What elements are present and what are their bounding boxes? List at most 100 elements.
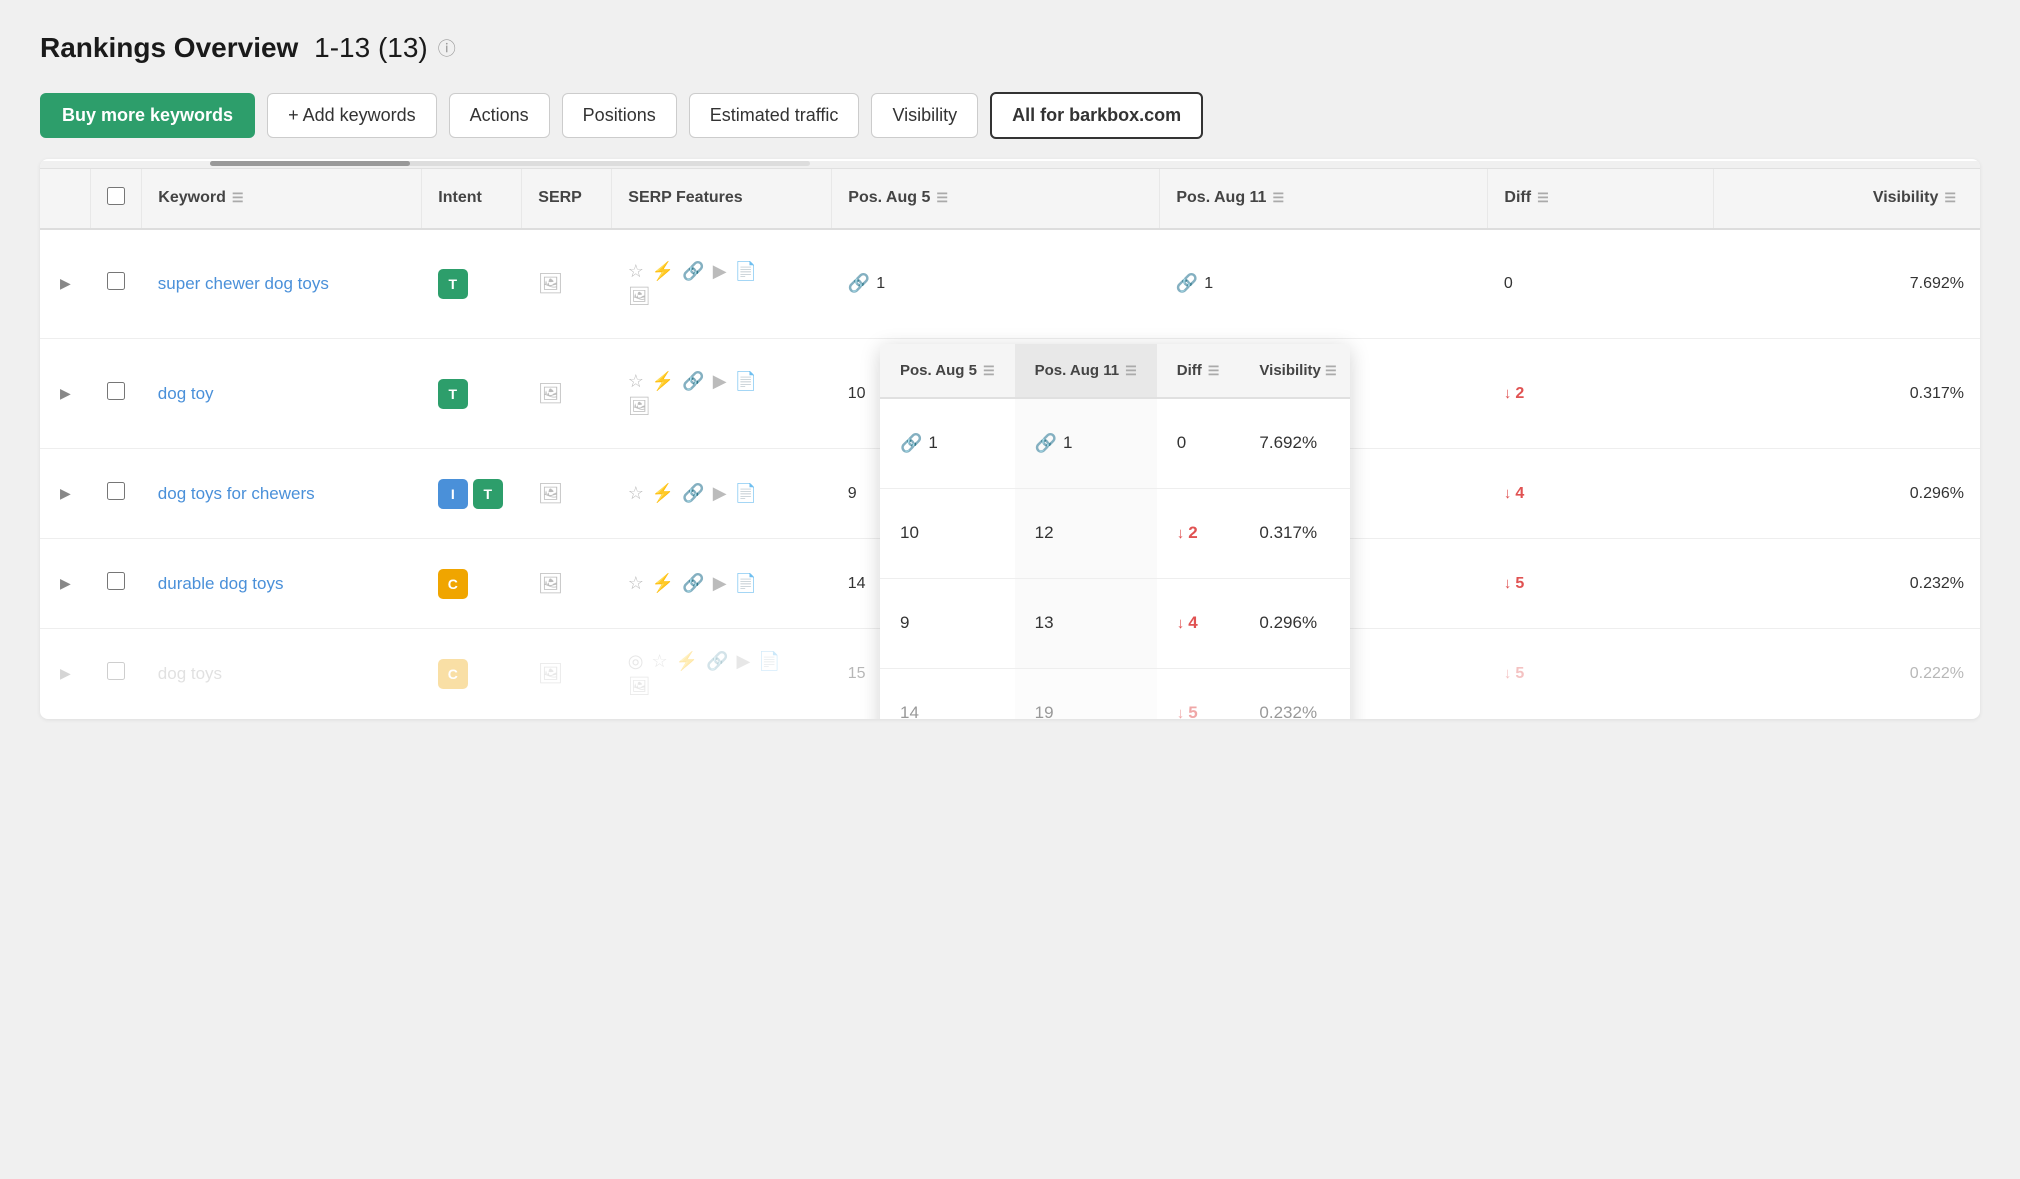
actions-button[interactable]: Actions — [449, 93, 550, 138]
keyword-link[interactable]: durable dog toys — [158, 574, 284, 593]
overlay-th-pos5[interactable]: Pos. Aug 5 ☰ — [880, 344, 1015, 398]
diff-down-arrow: ↓ — [1504, 385, 1512, 402]
th-keyword[interactable]: Keyword ☰ — [142, 169, 422, 229]
pos-aug11-cell: 🔗 1 — [1160, 229, 1488, 339]
overlay-pos5-cell: 14 — [880, 668, 1015, 719]
visibility-cell: 0.317% — [1713, 339, 1980, 449]
overlay-pos5-cell: 10 — [880, 488, 1015, 578]
serp-icon: 🖼 — [538, 663, 563, 685]
th-pos-aug5[interactable]: Pos. Aug 5 ☰ — [832, 169, 1160, 229]
expand-button[interactable]: ▶ — [56, 381, 75, 406]
overlay-vis-cell: 7.692% — [1239, 398, 1350, 488]
pos5-sort-icon: ☰ — [936, 190, 948, 206]
keyword-text: dog toys — [158, 664, 222, 683]
page-title: Rankings Overview — [40, 32, 298, 64]
serp-icon: 🖼 — [538, 273, 563, 295]
overlay-diff-cell: ↓5 — [1157, 668, 1240, 719]
buy-keywords-button[interactable]: Buy more keywords — [40, 93, 255, 138]
serp-features-row1: ☆ ⚡ 🔗 ▶ 📄 — [628, 371, 816, 392]
serp-icon: 🖼 — [538, 383, 563, 405]
feat-star-icon: ☆ — [652, 651, 668, 672]
feat-video-icon: ▶ — [713, 573, 727, 594]
overlay-row: 10 12 ↓2 0.317% — [880, 488, 1350, 578]
positions-button[interactable]: Positions — [562, 93, 677, 138]
serp-features: ◎ ☆ ⚡ 🔗 ▶ 📄 — [628, 651, 816, 672]
feat-image-icon: 🖼 — [628, 286, 651, 307]
diff-down-arrow: ↓ — [1177, 705, 1185, 719]
keyword-link[interactable]: dog toy — [158, 384, 214, 403]
visibility-cell: 0.232% — [1713, 539, 1980, 629]
th-serp-features[interactable]: SERP Features — [612, 169, 832, 229]
intent-badge-t: T — [473, 479, 503, 509]
overlay-pos11-cell: 🔗 1 — [1015, 398, 1157, 488]
feat-doc-icon: 📄 — [735, 261, 757, 282]
expand-button[interactable]: ▶ — [56, 271, 75, 296]
visibility-cell: 7.692% — [1713, 229, 1980, 339]
table-row: ▶ super chewer dog toys T 🖼 — [40, 229, 1980, 339]
estimated-traffic-button[interactable]: Estimated traffic — [689, 93, 860, 138]
overlay-th-visibility[interactable]: Visibility ☰ — [1239, 344, 1350, 398]
th-diff[interactable]: Diff ☰ — [1488, 169, 1714, 229]
th-visibility[interactable]: Visibility ☰ — [1713, 169, 1980, 229]
expand-button[interactable]: ▶ — [56, 661, 75, 686]
info-icon[interactable]: ⓘ — [438, 35, 456, 61]
feat-lightning-icon: ⚡ — [652, 261, 674, 282]
all-for-button[interactable]: All for barkbox.com — [990, 92, 1203, 139]
diff-cell: ↓5 — [1488, 629, 1714, 719]
th-intent[interactable]: Intent — [422, 169, 522, 229]
expand-button[interactable]: ▶ — [56, 571, 75, 596]
serp-features-row2: 🖼 — [628, 396, 816, 417]
serp-features-row2: 🖼 — [628, 286, 816, 307]
overlay-panel: Pos. Aug 5 ☰ Pos. Aug 11 ☰ — [880, 344, 1350, 719]
overlay-th-diff[interactable]: Diff ☰ — [1157, 344, 1240, 398]
row-checkbox[interactable] — [107, 662, 125, 680]
scroll-thumb[interactable] — [210, 161, 410, 166]
overlay-vis-cell: 0.296% — [1239, 578, 1350, 668]
add-keywords-button[interactable]: + Add keywords — [267, 93, 437, 138]
link-icon: 🔗 — [1035, 433, 1057, 454]
select-all-checkbox[interactable] — [107, 187, 125, 205]
overlay-row: 🔗 1 🔗 1 0 7.692% — [880, 398, 1350, 488]
pos11-link-icon: 🔗 — [1176, 273, 1198, 294]
intent-badge-t: T — [438, 379, 468, 409]
overlay-th-pos11[interactable]: Pos. Aug 11 ☰ — [1015, 344, 1157, 398]
serp-icon: 🖼 — [538, 483, 563, 505]
visibility-button[interactable]: Visibility — [871, 93, 978, 138]
feat-link-icon: 🔗 — [682, 371, 704, 392]
feat-star-icon: ☆ — [628, 371, 644, 392]
overlay-diff-cell: 0 — [1157, 398, 1240, 488]
row-checkbox[interactable] — [107, 272, 125, 290]
feat-link-icon: 🔗 — [682, 261, 704, 282]
diff-down-arrow: ↓ — [1504, 575, 1512, 592]
keyword-sort-icon: ☰ — [232, 190, 244, 206]
overlay-pos5-cell: 9 — [880, 578, 1015, 668]
overlay-row: 14 19 ↓5 0.232% — [880, 668, 1350, 719]
feat-star-icon: ☆ — [628, 483, 644, 504]
feat-image-icon: 🖼 — [628, 396, 651, 417]
keyword-link[interactable]: super chewer dog toys — [158, 274, 329, 293]
diff-down-arrow: ↓ — [1504, 485, 1512, 502]
keyword-link[interactable]: dog toys for chewers — [158, 484, 315, 503]
vis-sort-icon: ☰ — [1944, 190, 1956, 206]
feat-lightning-icon: ⚡ — [652, 371, 674, 392]
th-serp[interactable]: SERP — [522, 169, 612, 229]
link-icon: 🔗 — [900, 433, 922, 454]
pos-aug5-cell: 🔗 1 — [832, 229, 1160, 339]
pos11-sort-icon: ☰ — [1272, 190, 1284, 206]
expand-button[interactable]: ▶ — [56, 481, 75, 506]
visibility-cell: 0.296% — [1713, 449, 1980, 539]
header-row: Rankings Overview 1-13 (13) ⓘ — [40, 32, 1980, 64]
intent-badge-c: C — [438, 569, 468, 599]
row-checkbox[interactable] — [107, 482, 125, 500]
toolbar: Buy more keywords + Add keywords Actions… — [40, 92, 1980, 159]
th-pos-aug11[interactable]: Pos. Aug 11 ☰ — [1160, 169, 1488, 229]
row-checkbox[interactable] — [107, 572, 125, 590]
row-checkbox[interactable] — [107, 382, 125, 400]
overlay-diff-sort-icon: ☰ — [1208, 363, 1220, 379]
feat-video-icon: ▶ — [713, 483, 727, 504]
diff-cell: ↓4 — [1488, 449, 1714, 539]
visibility-cell: 0.222% — [1713, 629, 1980, 719]
feat-link-icon: 🔗 — [682, 573, 704, 594]
serp-features-row1: ☆ ⚡ 🔗 ▶ 📄 — [628, 261, 816, 282]
feat-link-icon: 🔗 — [682, 483, 704, 504]
